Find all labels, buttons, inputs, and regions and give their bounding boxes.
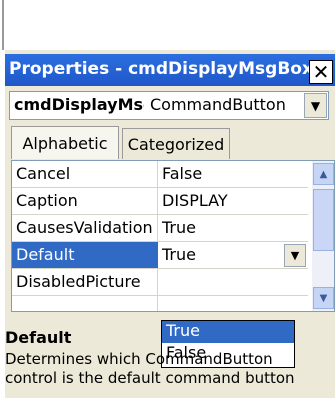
property-value[interactable]: True bbox=[162, 218, 196, 237]
property-name: Default bbox=[16, 245, 75, 264]
property-name: CausesValidation bbox=[16, 218, 153, 237]
property-name: DisabledPicture bbox=[16, 272, 141, 291]
vertical-scrollbar[interactable]: ▲ ▼ bbox=[312, 161, 334, 311]
property-value[interactable]: False bbox=[162, 164, 202, 183]
scroll-thumb[interactable] bbox=[313, 189, 334, 251]
property-row-caption[interactable]: Caption DISPLAY bbox=[12, 188, 308, 215]
object-selector[interactable]: cmdDisplayMsg CommandButton ▼ bbox=[9, 91, 329, 120]
property-value[interactable]: DISPLAY bbox=[162, 191, 228, 210]
scroll-down-icon[interactable]: ▼ bbox=[313, 287, 334, 309]
designer-edge bbox=[2, 0, 4, 50]
property-grid: Cancel False Caption DISPLAY CausesValid… bbox=[11, 160, 335, 312]
window-title: Properties - cmdDisplayMsgBox bbox=[9, 59, 309, 79]
chevron-down-icon[interactable]: ▼ bbox=[284, 244, 306, 267]
description-title: Default bbox=[5, 328, 72, 347]
close-icon[interactable]: ✕ bbox=[309, 60, 333, 84]
object-type: CommandButton bbox=[150, 95, 286, 114]
tab-categorized[interactable]: Categorized bbox=[122, 128, 230, 159]
property-name: Caption bbox=[16, 191, 78, 210]
property-row-causesvalidation[interactable]: CausesValidation True bbox=[12, 215, 308, 242]
property-value-editor[interactable]: True ▼ bbox=[158, 242, 308, 268]
designer-area bbox=[0, 0, 335, 50]
property-row-default[interactable]: Default True ▼ bbox=[12, 242, 308, 269]
object-name: cmdDisplayMsg bbox=[14, 95, 144, 114]
dropdown-option-true[interactable]: True bbox=[162, 321, 294, 343]
title-bar[interactable]: Properties - cmdDisplayMsgBox ✕ bbox=[5, 54, 335, 86]
property-value[interactable]: True bbox=[162, 245, 196, 264]
property-row-cancel[interactable]: Cancel False bbox=[12, 161, 308, 188]
description-text: Determines which CommandButton control i… bbox=[5, 350, 295, 387]
scroll-up-icon[interactable]: ▲ bbox=[313, 163, 334, 185]
property-name: Cancel bbox=[16, 164, 71, 183]
property-row-disabledpicture[interactable]: DisabledPicture bbox=[12, 269, 308, 296]
tab-alphabetic[interactable]: Alphabetic bbox=[11, 126, 119, 159]
chevron-down-icon[interactable]: ▼ bbox=[304, 93, 327, 118]
